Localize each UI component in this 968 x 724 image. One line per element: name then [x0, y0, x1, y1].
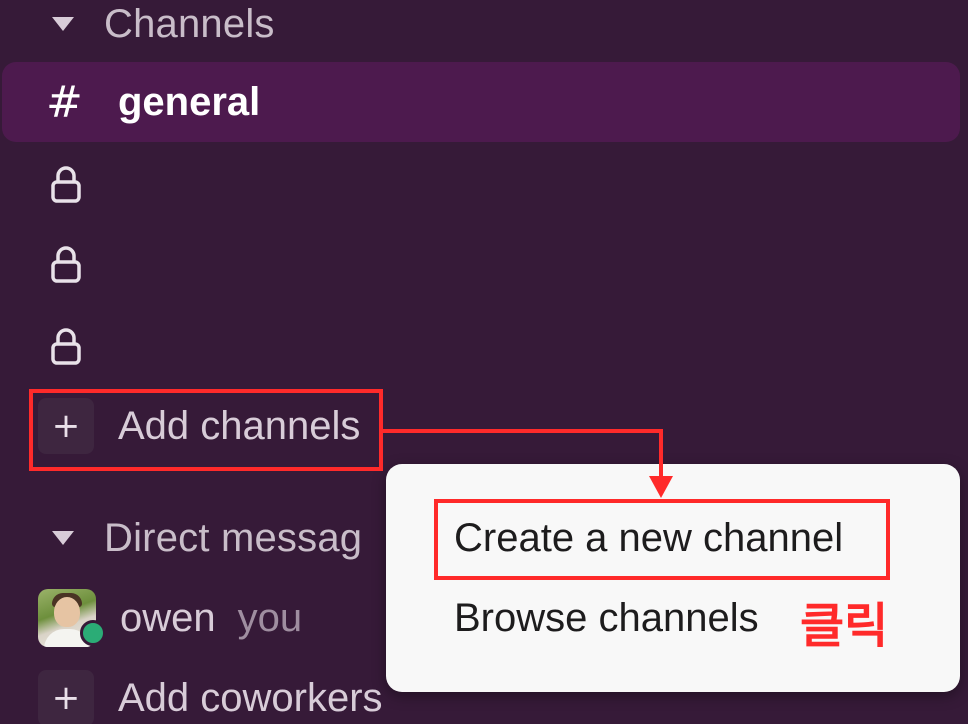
annotation-click-text: 클릭	[800, 598, 889, 654]
